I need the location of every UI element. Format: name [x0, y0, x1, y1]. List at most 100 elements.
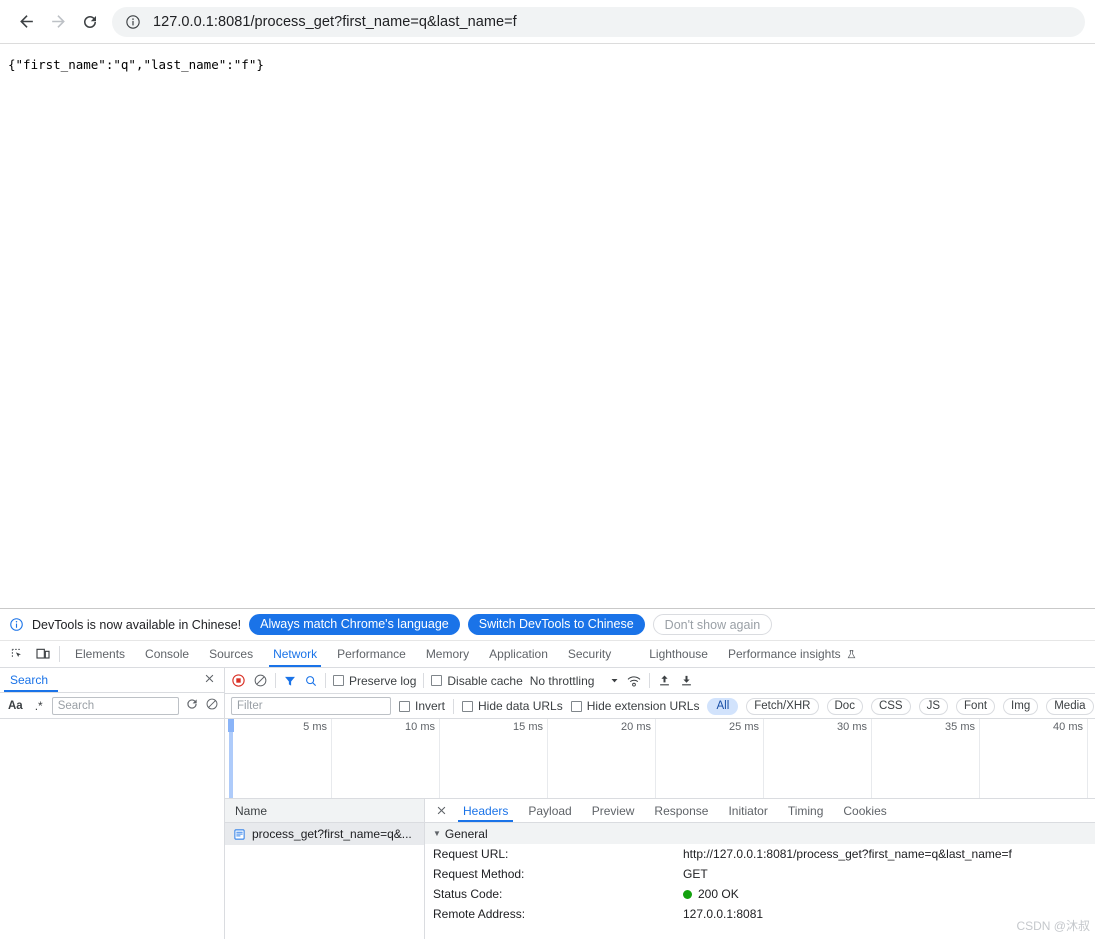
- record-stop-icon[interactable]: [231, 673, 246, 688]
- close-icon[interactable]: [429, 799, 453, 822]
- hide-extension-urls-label: Hide extension URLs: [586, 699, 700, 713]
- general-section-header[interactable]: ▼ General: [425, 823, 1095, 844]
- header-row-remote-address: Remote Address: 127.0.0.1:8081: [425, 904, 1095, 924]
- hide-extension-urls-checkbox[interactable]: Hide extension URLs: [570, 699, 700, 713]
- device-toolbar-button[interactable]: [30, 641, 56, 667]
- timeline-tick-label: 30 ms: [837, 721, 867, 733]
- status-code-text: 200 OK: [698, 887, 739, 901]
- address-bar[interactable]: 127.0.0.1:8081/process_get?first_name=q&…: [112, 6, 1085, 37]
- clear-network-log-icon[interactable]: [253, 673, 268, 688]
- detail-tab-timing[interactable]: Timing: [778, 799, 834, 822]
- tab-console[interactable]: Console: [135, 641, 199, 667]
- requests-list: [225, 845, 424, 939]
- detail-tab-response[interactable]: Response: [644, 799, 718, 822]
- table-row[interactable]: process_get?first_name=q&...: [225, 823, 424, 845]
- toolbar-divider: [649, 673, 651, 688]
- search-input[interactable]: [51, 696, 179, 715]
- search-pane-header: Search: [0, 668, 224, 693]
- tab-performance-insights-label: Performance insights: [727, 647, 841, 661]
- search-pane-title[interactable]: Search: [10, 673, 203, 687]
- wifi-settings-icon[interactable]: [626, 673, 642, 689]
- refresh-icon[interactable]: [185, 697, 199, 714]
- clear-icon[interactable]: [205, 697, 219, 714]
- tab-elements[interactable]: Elements: [65, 641, 135, 667]
- invert-checkbox[interactable]: Invert: [399, 699, 445, 713]
- type-chip-img[interactable]: Img: [1003, 697, 1039, 715]
- export-har-icon[interactable]: [679, 673, 694, 688]
- checkbox-box: [333, 675, 344, 686]
- type-chip-js[interactable]: JS: [918, 697, 949, 715]
- dont-show-again-button[interactable]: Don't show again: [652, 614, 773, 635]
- timeline-gridline: [655, 719, 656, 798]
- filter-funnel-icon[interactable]: [283, 674, 297, 688]
- type-chip-font[interactable]: Font: [956, 697, 996, 715]
- type-chip-fetch-xhr[interactable]: Fetch/XHR: [746, 697, 819, 715]
- filter-input[interactable]: [231, 697, 391, 715]
- preserve-log-label: Preserve log: [349, 673, 417, 688]
- detail-tab-headers[interactable]: Headers: [453, 799, 518, 822]
- timeline-tick-label: 20 ms: [621, 721, 651, 733]
- chevron-down-icon: [611, 679, 618, 683]
- timeline-tick-label: 35 ms: [945, 721, 975, 733]
- throttling-value: No throttling: [529, 673, 595, 688]
- network-timeline-overview[interactable]: 5 ms 10 ms 15 ms 20 ms 25 ms 30 ms 35 ms…: [225, 719, 1095, 799]
- header-value-wrapper: 200 OK: [683, 887, 739, 901]
- search-icon[interactable]: [304, 674, 318, 688]
- device-toolbar-icon: [36, 648, 50, 659]
- close-icon[interactable]: [203, 672, 216, 688]
- devtools-panel: DevTools is now available in Chinese! Al…: [0, 608, 1095, 939]
- header-key: Request Method:: [433, 867, 525, 881]
- header-key: Request URL:: [433, 847, 509, 861]
- document-icon: [234, 828, 245, 840]
- header-row-request-url: Request URL: http://127.0.0.1:8081/proce…: [425, 844, 1095, 864]
- invert-label: Invert: [415, 699, 446, 713]
- requests-column: Name process_get?first_name=q&...: [225, 799, 425, 939]
- info-circle-icon[interactable]: [124, 13, 142, 31]
- switch-to-chinese-button[interactable]: Switch DevTools to Chinese: [467, 614, 645, 635]
- match-case-toggle[interactable]: Aa: [5, 700, 26, 712]
- timeline-gridline: [979, 719, 980, 798]
- forward-button[interactable]: [42, 6, 74, 38]
- timeline-marker-head: [228, 719, 234, 732]
- timeline-tick-label: 15 ms: [513, 721, 543, 733]
- tab-sources[interactable]: Sources: [199, 641, 263, 667]
- preserve-log-checkbox[interactable]: Preserve log: [333, 674, 416, 688]
- regex-toggle[interactable]: .*: [32, 699, 46, 713]
- requests-column-header[interactable]: Name: [225, 799, 424, 823]
- timeline-gridline: [1087, 719, 1088, 798]
- throttling-dropdown[interactable]: No throttling: [530, 674, 620, 688]
- page-viewport: {"first_name":"q","last_name":"f"}: [0, 44, 1095, 608]
- tab-lighthouse[interactable]: Lighthouse: [639, 641, 718, 667]
- type-chip-media[interactable]: Media: [1046, 697, 1094, 715]
- checkbox-box: [431, 675, 443, 686]
- timeline-gridline: [763, 719, 764, 798]
- tab-network[interactable]: Network: [263, 641, 327, 667]
- tab-application[interactable]: Application: [479, 641, 558, 667]
- detail-tab-preview[interactable]: Preview: [582, 799, 645, 822]
- detail-tab-cookies[interactable]: Cookies: [833, 799, 896, 822]
- network-controls-toolbar: Preserve log Disable cache No throttling: [225, 668, 1095, 694]
- tab-security[interactable]: Security: [558, 641, 621, 667]
- type-chip-all[interactable]: All: [707, 697, 739, 715]
- flask-icon: [847, 649, 856, 658]
- detail-tab-payload[interactable]: Payload: [518, 799, 581, 822]
- import-har-icon[interactable]: [657, 673, 672, 688]
- inspect-element-button[interactable]: [4, 641, 30, 667]
- disable-cache-checkbox[interactable]: Disable cache: [431, 673, 523, 688]
- detail-tab-initiator[interactable]: Initiator: [718, 799, 777, 822]
- checkbox-box: [462, 700, 474, 712]
- filter-divider: [453, 698, 455, 714]
- type-chip-doc[interactable]: Doc: [826, 697, 863, 715]
- tab-performance[interactable]: Performance: [327, 641, 416, 667]
- hide-data-urls-checkbox[interactable]: Hide data URLs: [462, 699, 563, 713]
- tab-memory[interactable]: Memory: [416, 641, 479, 667]
- type-chip-css[interactable]: CSS: [870, 697, 911, 715]
- network-pane: Preserve log Disable cache No throttling: [225, 668, 1095, 939]
- always-match-language-button[interactable]: Always match Chrome's language: [249, 614, 460, 635]
- tab-performance-insights[interactable]: Performance insights: [718, 641, 867, 667]
- reload-button[interactable]: [74, 6, 106, 38]
- disable-cache-label: Disable cache: [447, 673, 523, 688]
- url-text: 127.0.0.1:8081/process_get?first_name=q&…: [153, 13, 517, 30]
- timeline-gridline: [547, 719, 548, 798]
- back-button[interactable]: [10, 6, 42, 38]
